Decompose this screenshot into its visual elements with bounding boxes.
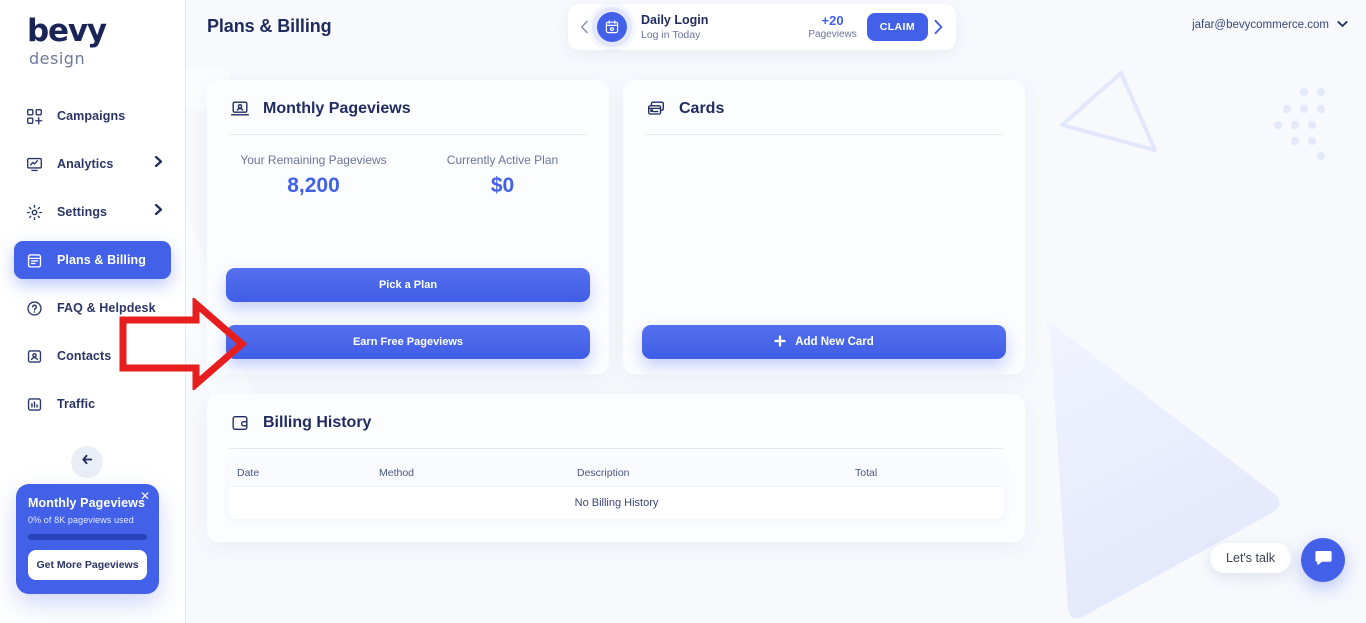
stat-remaining-pageviews: Your Remaining Pageviews 8,200 [219, 153, 408, 198]
calendar-clock-icon [597, 12, 627, 42]
credit-cards-icon [645, 98, 667, 120]
cards-empty-area [623, 135, 1025, 285]
sidebar-item-faq-helpdesk[interactable]: FAQ & Helpdesk [14, 289, 171, 327]
chat-launcher-button[interactable] [1301, 538, 1345, 582]
chat-bubble-icon [1313, 547, 1334, 573]
daily-login-reward: +20 Pageviews [808, 12, 857, 41]
table-empty-row: No Billing History [229, 486, 1004, 519]
contact-card-icon [24, 346, 44, 366]
sidebar-item-analytics[interactable]: Analytics [14, 145, 171, 183]
daily-login-next-button[interactable] [928, 19, 948, 35]
divider [229, 448, 1003, 449]
question-circle-icon [24, 298, 44, 318]
laptop-user-icon [229, 98, 251, 120]
panel-header: Billing History [207, 394, 1025, 434]
divider [229, 134, 587, 135]
daily-login-subtitle: Log in Today [641, 29, 701, 42]
daily-login-title: Daily Login [641, 12, 709, 27]
panel-title: Cards [679, 100, 725, 117]
panel-title: Billing History [263, 414, 372, 431]
panel-header: Cards [623, 80, 1025, 120]
billing-history-panel: Billing History Date Method Description … [207, 394, 1025, 542]
cards-panel: Cards Add New Card [623, 80, 1025, 374]
earn-free-pageviews-button[interactable]: Earn Free Pageviews [226, 325, 590, 359]
get-more-pageviews-button[interactable]: Get More Pageviews [28, 550, 147, 580]
brand-name: bevy [27, 13, 107, 49]
sidebar-item-label: Analytics [57, 157, 114, 171]
triangle-outline-decoration [1060, 71, 1157, 152]
chevron-right-icon [154, 155, 163, 173]
column-header-total: Total [855, 467, 878, 479]
sidebar-item-label: Traffic [57, 397, 96, 411]
chevron-down-icon [1337, 19, 1348, 31]
column-header-date: Date [237, 467, 260, 479]
sidebar-item-label: Plans & Billing [57, 253, 147, 267]
reward-unit: Pageviews [808, 29, 857, 41]
column-header-description: Description [577, 467, 630, 479]
sidebar-collapse-button[interactable] [71, 446, 103, 478]
promo-subtitle: 0% of 8K pageviews used [28, 515, 134, 525]
sidebar: bevy design Campaigns Analytics Settings… [0, 0, 185, 623]
bar-chart-icon [24, 394, 44, 414]
promo-progress-bar [28, 534, 147, 540]
sidebar-item-contacts[interactable]: Contacts [14, 337, 171, 375]
sidebar-item-label: Settings [57, 205, 108, 219]
promo-title: Monthly Pageviews [28, 496, 146, 510]
panel-header: Monthly Pageviews [207, 80, 609, 120]
sidebar-nav: Campaigns Analytics Settings Plans & Bil… [0, 92, 185, 428]
stat-active-plan: Currently Active Plan $0 [408, 153, 597, 198]
add-new-card-button[interactable]: Add New Card [642, 325, 1006, 359]
daily-login-text: Daily Login Log in Today [641, 13, 808, 41]
reward-amount: +20 [821, 12, 844, 28]
chat-prompt-label[interactable]: Let's talk [1210, 543, 1291, 573]
brand-logo[interactable]: bevy design [27, 13, 107, 68]
page-title: Plans & Billing [207, 16, 332, 36]
sidebar-item-label: FAQ & Helpdesk [57, 301, 156, 315]
monthly-pageviews-panel: Monthly Pageviews Your Remaining Pagevie… [207, 80, 609, 374]
wallet-icon [229, 412, 251, 434]
stat-label: Currently Active Plan [446, 153, 559, 167]
add-new-card-label: Add New Card [795, 336, 874, 348]
arrow-left-icon [81, 453, 94, 471]
pick-a-plan-button[interactable]: Pick a Plan [226, 268, 590, 302]
table-header-row: Date Method Description Total [229, 460, 1004, 486]
promo-card-monthly-pageviews: ✕ Monthly Pageviews 0% of 8K pageviews u… [16, 484, 159, 594]
plus-icon [774, 334, 786, 350]
stat-value: 8,200 [287, 174, 340, 197]
stat-label: Your Remaining Pageviews [240, 153, 387, 167]
triangle-filled-decoration [1045, 322, 1280, 619]
user-account-menu[interactable]: jafar@bevycommerce.com [1192, 19, 1348, 31]
daily-login-prev-button[interactable] [574, 20, 594, 34]
close-icon[interactable]: ✕ [140, 490, 150, 502]
monitor-chart-icon [24, 154, 44, 174]
sidebar-item-settings[interactable]: Settings [14, 193, 171, 231]
grid-plus-icon [24, 106, 44, 126]
brand-tagline: design [29, 49, 86, 68]
chevron-right-icon [154, 203, 163, 221]
claim-button[interactable]: CLAIM [866, 13, 928, 41]
sidebar-item-traffic[interactable]: Traffic [14, 385, 171, 423]
empty-message: No Billing History [574, 497, 659, 509]
calendar-list-icon [24, 250, 44, 270]
gear-icon [24, 202, 44, 222]
billing-history-table: Date Method Description Total No Billing… [229, 460, 1004, 519]
sidebar-item-label: Campaigns [57, 109, 126, 123]
sidebar-item-campaigns[interactable]: Campaigns [14, 97, 171, 135]
stat-value: $0 [490, 174, 515, 197]
daily-login-banner: Daily Login Log in Today +20 Pageviews C… [568, 4, 956, 50]
user-email-label: jafar@bevycommerce.com [1192, 19, 1329, 31]
column-header-method: Method [379, 467, 415, 479]
pageviews-stats: Your Remaining Pageviews 8,200 Currently… [207, 153, 609, 198]
panel-title: Monthly Pageviews [263, 100, 411, 117]
sidebar-item-plans-billing[interactable]: Plans & Billing [14, 241, 171, 279]
sidebar-item-label: Contacts [57, 349, 112, 363]
app-root: bevy design Campaigns Analytics Settings… [0, 0, 1366, 623]
